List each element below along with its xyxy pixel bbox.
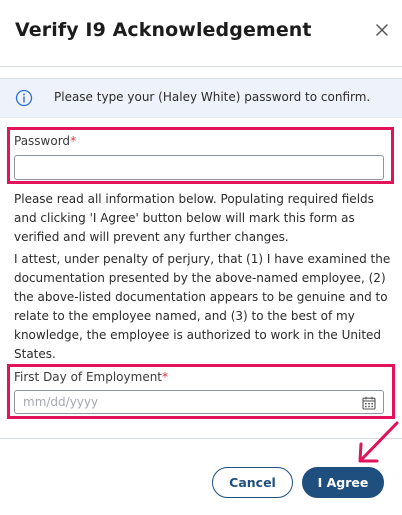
calendar-icon[interactable] [362, 395, 376, 410]
cancel-button[interactable]: Cancel [212, 467, 293, 498]
pointer-arrow-icon [350, 418, 402, 470]
info-icon [15, 89, 33, 107]
password-input[interactable] [14, 155, 384, 180]
required-marker: * [70, 134, 77, 148]
i-agree-button[interactable]: I Agree [302, 467, 384, 498]
dialog-header: Verify I9 Acknowledgement [0, 0, 402, 67]
password-label: Password* [14, 134, 76, 148]
close-icon[interactable] [372, 20, 392, 40]
first-day-input[interactable] [14, 390, 384, 414]
first-day-label-text: First Day of Employment [14, 370, 163, 384]
first-day-label: First Day of Employment* [14, 370, 168, 384]
attestation-text: I attest, under penalty of perjury, that… [14, 252, 391, 361]
notice-text: Please read all information below. Popul… [14, 192, 374, 244]
dialog-title: Verify I9 Acknowledgement [15, 19, 312, 41]
required-marker: * [162, 370, 169, 384]
info-banner: Please type your (Haley White) password … [0, 78, 402, 118]
info-banner-text: Please type your (Haley White) password … [54, 90, 371, 104]
footer-divider [0, 438, 402, 439]
password-label-text: Password [14, 134, 71, 148]
